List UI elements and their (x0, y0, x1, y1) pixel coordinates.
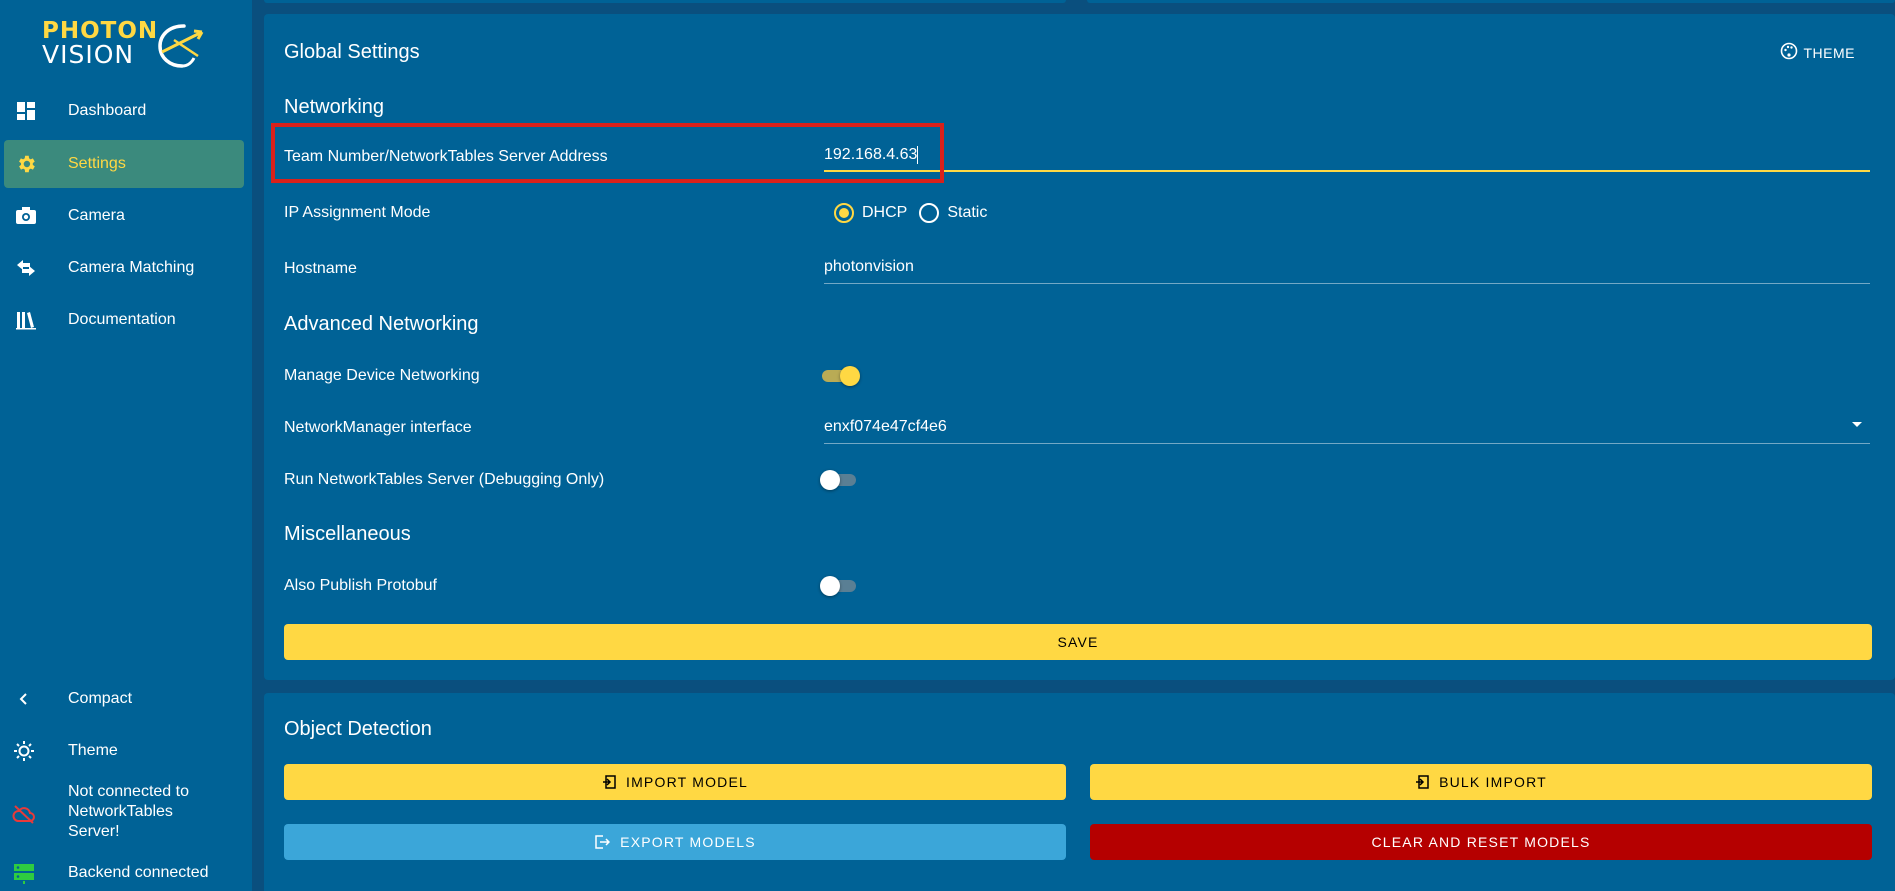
cloud-off-icon (12, 802, 36, 826)
bulk-import-button[interactable]: BULK IMPORT (1090, 764, 1872, 800)
import-model-button[interactable]: IMPORT MODEL (284, 764, 1066, 800)
ip-mode-dhcp-radio[interactable]: DHCP (834, 203, 907, 223)
ip-mode-radio-group: DHCP Static (834, 203, 999, 223)
switch-thumb (820, 470, 840, 490)
books-icon (14, 308, 38, 332)
sidebar-item-label: Camera Matching (68, 259, 195, 276)
nt-status-text: Not connected to NetworkTables Server! (68, 783, 189, 840)
save-button[interactable]: SAVE (284, 624, 1872, 660)
hostname-value: photonvision (824, 258, 914, 275)
bulk-import-label: BULK IMPORT (1439, 774, 1547, 790)
clear-reset-models-label: CLEAR AND RESET MODELS (1371, 834, 1591, 850)
chevron-left-icon (12, 687, 36, 711)
protobuf-switch[interactable] (820, 574, 860, 598)
radio-label: DHCP (862, 204, 908, 221)
sidebar-item-documentation[interactable]: Documentation (4, 296, 244, 344)
sidebar: PHOTON VISION Dashboard Settings Camera … (0, 0, 252, 891)
clear-reset-models-button[interactable]: CLEAR AND RESET MODELS (1090, 824, 1872, 860)
logo-text-bottom: VISION (42, 40, 135, 69)
logo-arrow-icon (158, 24, 204, 68)
nt-status: Not connected to NetworkTables Server! (0, 782, 252, 842)
backend-status: Backend connected (0, 860, 252, 886)
dashboard-icon (14, 99, 38, 123)
radio-label: Static (947, 204, 988, 221)
object-detection-card: Object Detection IMPORT MODEL BULK IMPOR… (264, 693, 1895, 891)
sidebar-item-dashboard[interactable]: Dashboard (4, 87, 244, 135)
gear-icon (14, 152, 38, 176)
team-number-value: 192.168.4.63 (824, 146, 918, 163)
protobuf-label: Also Publish Protobuf (284, 577, 437, 594)
theme-label: Theme (68, 742, 118, 759)
swap-icon (14, 256, 38, 280)
previous-card-edge (264, 0, 1066, 3)
interface-select[interactable]: enxf074e47cf4e6 (824, 412, 1870, 444)
switch-thumb (820, 576, 840, 596)
sun-icon (12, 739, 36, 763)
theme-button-label: THEME (1803, 44, 1855, 61)
interface-label: NetworkManager interface (284, 419, 472, 436)
team-number-label: Team Number/NetworkTables Server Address (284, 148, 608, 165)
card-title: Global Settings (284, 41, 420, 63)
section-title-networking: Networking (284, 96, 385, 118)
import-icon (1415, 775, 1429, 789)
manage-networking-switch[interactable] (820, 364, 860, 388)
compact-label: Compact (68, 690, 133, 707)
backend-status-text: Backend connected (68, 864, 209, 881)
hostname-field[interactable]: photonvision (824, 252, 1870, 284)
camera-icon (14, 204, 38, 228)
theme-button[interactable]: THEME (1780, 42, 1856, 63)
radio-circle (834, 203, 854, 223)
sidebar-item-label: Dashboard (68, 102, 147, 119)
text-caret (917, 145, 919, 164)
team-number-field[interactable]: 192.168.4.63 (824, 140, 1870, 172)
section-title-advanced-networking: Advanced Networking (284, 313, 479, 335)
export-icon (594, 835, 611, 849)
switch-thumb (840, 366, 860, 386)
hostname-label: Hostname (284, 260, 357, 277)
radio-circle (919, 203, 940, 223)
global-settings-card: Global Settings THEME Networking Team Nu… (264, 14, 1895, 680)
import-icon (602, 775, 616, 789)
sidebar-item-label: Settings (68, 155, 126, 172)
manage-networking-label: Manage Device Networking (284, 367, 480, 384)
photonvision-logo[interactable]: PHOTON VISION (42, 20, 207, 74)
sidebar-item-camera-matching[interactable]: Camera Matching (4, 244, 244, 292)
palette-icon (1780, 42, 1798, 63)
ip-mode-label: IP Assignment Mode (284, 204, 431, 221)
export-models-button[interactable]: EXPORT MODELS (284, 824, 1066, 860)
previous-card-edge (1087, 0, 1895, 3)
chevron-down-icon (1852, 422, 1862, 427)
section-title-miscellaneous: Miscellaneous (284, 523, 411, 545)
compact-toggle[interactable]: Compact (0, 686, 252, 712)
sidebar-item-label: Camera (68, 207, 125, 224)
sidebar-item-settings[interactable]: Settings (4, 140, 244, 188)
export-models-label: EXPORT MODELS (620, 834, 756, 850)
nt-server-switch[interactable] (820, 468, 860, 492)
nt-server-label: Run NetworkTables Server (Debugging Only… (284, 471, 605, 488)
ip-mode-static-radio[interactable]: Static (919, 203, 987, 223)
server-icon (12, 861, 36, 885)
interface-value: enxf074e47cf4e6 (824, 418, 947, 435)
sidebar-item-label: Documentation (68, 311, 176, 328)
sidebar-item-camera[interactable]: Camera (4, 192, 244, 240)
save-button-label: SAVE (1057, 634, 1099, 650)
import-model-label: IMPORT MODEL (625, 774, 748, 790)
section-title-object-detection: Object Detection (284, 718, 432, 740)
theme-toggle[interactable]: Theme (0, 738, 252, 764)
